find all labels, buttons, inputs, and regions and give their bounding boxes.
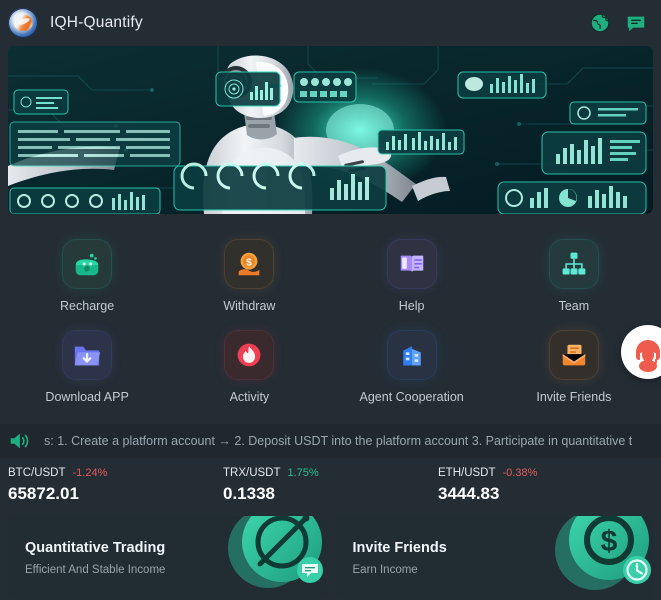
menu-item-help[interactable]: Help [331, 232, 493, 323]
menu-tile [549, 331, 598, 379]
book-icon [400, 255, 423, 273]
menu-tile [387, 240, 436, 288]
ticker-change: 1.75% [287, 467, 319, 479]
announcement-text: s: 1. Create a platform account → 2. Dep… [44, 434, 633, 448]
dollar-circle-icon: $ [555, 516, 651, 590]
menu-item-label: Recharge [60, 299, 115, 313]
menu-item-label: Team [558, 299, 590, 313]
feature-cards: Quantitative Trading Efficient And Stabl… [0, 516, 661, 599]
menu-tile [225, 331, 274, 379]
menu-item-agent-cooperation[interactable]: Agent Cooperation [331, 323, 493, 414]
quick-menu-grid: Recharge $ Withdraw Help Team Download A… [0, 214, 661, 416]
page-title: IQH-Quantify [50, 14, 143, 31]
menu-item-team[interactable]: Team [493, 232, 655, 323]
menu-item-label: Help [398, 299, 425, 313]
card-quantitative-trading[interactable]: Quantitative Trading Efficient And Stabl… [8, 516, 326, 599]
app-root: IQH-Quantify Recharge $ Withdraw Help Te… [0, 0, 661, 600]
ticker-price: 65872.01 [8, 484, 79, 503]
iqh-logo [8, 8, 38, 38]
coin-hand-icon: $ [239, 252, 260, 276]
card-title: Quantitative Trading [25, 539, 166, 556]
market-ticker: BTC/USDT -1.24% 65872.01 TRX/USDT 1.75% … [0, 458, 661, 516]
card-title: Invite Friends [352, 539, 447, 556]
flame-icon [238, 343, 261, 367]
orbit-icon [227, 516, 323, 588]
card-invite-friends[interactable]: $ Invite Friends Earn Income [335, 516, 653, 599]
folder-download-icon [74, 346, 101, 366]
menu-item-activity[interactable]: Activity [168, 323, 330, 414]
headset-agent-icon [636, 340, 660, 372]
hero-banner-art [8, 46, 653, 214]
announcement-bar[interactable]: s: 1. Create a platform account → 2. Dep… [0, 424, 661, 458]
menu-item-recharge[interactable]: Recharge [6, 232, 168, 323]
svg-text:$: $ [247, 257, 253, 268]
card-subtitle: Efficient And Stable Income [25, 563, 166, 576]
hero-banner-wrap [0, 46, 661, 214]
menu-tile: $ [225, 240, 274, 288]
ticker-item-trx[interactable]: TRX/USDT 1.75% 0.1338 [223, 467, 438, 504]
app-header: IQH-Quantify [0, 0, 661, 46]
envelope-icon [562, 344, 586, 366]
menu-item-label: Activity [229, 390, 270, 404]
hero-banner[interactable] [8, 46, 653, 214]
ticker-pair: ETH/USDT [438, 467, 496, 479]
menu-item-download-app[interactable]: Download APP [6, 323, 168, 414]
ticker-item-btc[interactable]: BTC/USDT -1.24% 65872.01 [8, 467, 223, 504]
menu-item-label: Invite Friends [536, 390, 612, 404]
globe-icon[interactable] [589, 12, 611, 34]
ticker-change: -0.38% [502, 467, 538, 479]
ticker-price: 0.1338 [223, 484, 275, 503]
ticker-pair: BTC/USDT [8, 467, 66, 479]
menu-tile [63, 331, 112, 379]
menu-item-label: Withdraw [223, 299, 276, 313]
menu-tile [63, 240, 112, 288]
ticker-pair: TRX/USDT [223, 467, 281, 479]
ticker-change: -1.24% [72, 467, 108, 479]
menu-item-label: Agent Cooperation [359, 390, 464, 404]
message-icon[interactable] [625, 12, 647, 34]
menu-tile [387, 331, 436, 379]
wallet-icon [75, 253, 99, 276]
ticker-item-eth[interactable]: ETH/USDT -0.38% 3444.83 [438, 467, 653, 504]
org-chart-icon [562, 252, 586, 275]
card-subtitle: Earn Income [352, 563, 418, 576]
menu-item-label: Download APP [45, 390, 129, 404]
menu-item-withdraw[interactable]: $ Withdraw [168, 232, 330, 323]
ticker-price: 3444.83 [438, 484, 500, 503]
building-icon [402, 346, 421, 366]
speaker-icon [10, 433, 29, 449]
menu-tile [549, 240, 598, 288]
